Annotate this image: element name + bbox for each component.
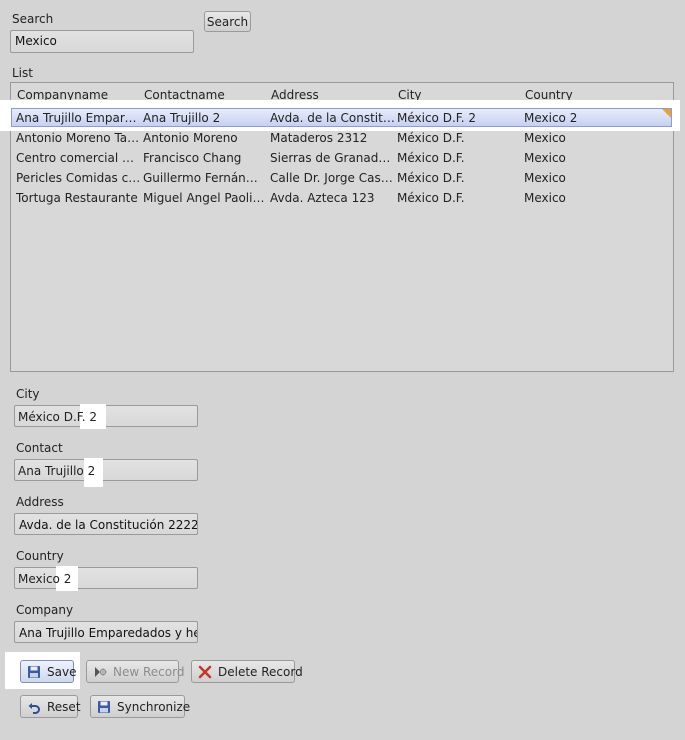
list-label: List	[12, 66, 33, 80]
company-field[interactable]: Ana Trujillo Emparedados y helados	[14, 621, 198, 643]
save-button-label: Save	[47, 664, 77, 679]
delete-record-button-label: Delete Record	[218, 664, 303, 679]
synchronize-button-label: Synchronize	[117, 699, 191, 714]
city-label: City	[16, 387, 40, 401]
table-cell: Tortuga Restaurante	[16, 191, 138, 205]
table-cell: Antonio Moreno Taq...	[16, 131, 141, 145]
undo-arrow-icon	[27, 700, 41, 714]
table-row[interactable]: Centro comercial Mo... Francisco Chang Sie…	[11, 148, 672, 168]
table-cell: México D.F.	[397, 151, 465, 165]
delete-record-button[interactable]: Delete Record	[191, 660, 303, 683]
table-cell: Mexico	[524, 131, 566, 145]
table-cell: Antonio Moreno	[143, 131, 238, 145]
table-cell: Guillermo Fernández	[143, 171, 265, 185]
table-cell: Ana Trujillo 2	[143, 111, 221, 125]
table-cell: Avda. Azteca 123	[270, 191, 375, 205]
table-cell: México D.F.	[397, 171, 465, 185]
table-cell: Miguel Angel Paolino	[143, 191, 265, 205]
table-cell: Calle Dr. Jorge Cash ...	[270, 171, 395, 185]
table-cell: Mexico	[524, 151, 566, 165]
table-cell: Mexico	[524, 171, 566, 185]
country-value: Mexico 2	[18, 572, 72, 586]
table-cell: Sierras de Granada 9...	[270, 151, 395, 165]
synchronize-button[interactable]: Synchronize	[90, 695, 190, 718]
table-cell: México D.F.	[397, 191, 465, 205]
table-cell: Mexico	[524, 191, 566, 205]
new-record-button-label: New Record	[113, 664, 185, 679]
table-row[interactable]: Pericles Comidas clá... Guillermo Fernánd…	[11, 168, 672, 188]
address-label: Address	[16, 495, 64, 509]
city-value: México D.F. 2	[18, 410, 98, 424]
search-input[interactable]: Mexico	[10, 30, 194, 53]
table-cell: México D.F. 2	[397, 111, 477, 125]
table-row-selected[interactable]: Ana Trujillo Empared... Ana Trujillo 2 Avd…	[11, 108, 672, 127]
table-cell: Ana Trujillo Empared...	[16, 111, 141, 125]
table-cell: Mataderos 2312	[270, 131, 368, 145]
table-row[interactable]: Tortuga Restaurante Miguel Angel Paolino A…	[11, 188, 672, 208]
new-record-icon	[93, 665, 107, 679]
row-edit-marker-icon	[662, 109, 671, 118]
contact-label: Contact	[16, 441, 63, 455]
address-field[interactable]: Avda. de la Constitución 2222	[14, 513, 198, 535]
table-cell: Mexico 2	[524, 111, 578, 125]
reset-button[interactable]: Reset	[20, 695, 81, 718]
company-label: Company	[16, 603, 74, 617]
table-cell: Centro comercial Mo...	[16, 151, 141, 165]
table-row[interactable]: Antonio Moreno Taq... Antonio Moreno Matad…	[11, 128, 672, 148]
table-cell: Francisco Chang	[143, 151, 242, 165]
red-x-icon	[198, 665, 212, 679]
country-label: Country	[16, 549, 64, 563]
reset-button-label: Reset	[47, 699, 81, 714]
table-cell: Pericles Comidas clá...	[16, 171, 141, 185]
new-record-button[interactable]: New Record	[86, 660, 184, 683]
contact-value: Ana Trujillo 2	[18, 464, 96, 478]
table-cell: Avda. de la Constituc...	[270, 111, 395, 125]
table-cell: México D.F.	[397, 131, 465, 145]
save-button[interactable]: Save	[20, 660, 77, 683]
floppy-disk-icon	[27, 665, 41, 679]
search-label: Search	[12, 12, 54, 26]
search-button[interactable]: Search	[204, 11, 251, 32]
floppy-disk-icon	[97, 700, 111, 714]
